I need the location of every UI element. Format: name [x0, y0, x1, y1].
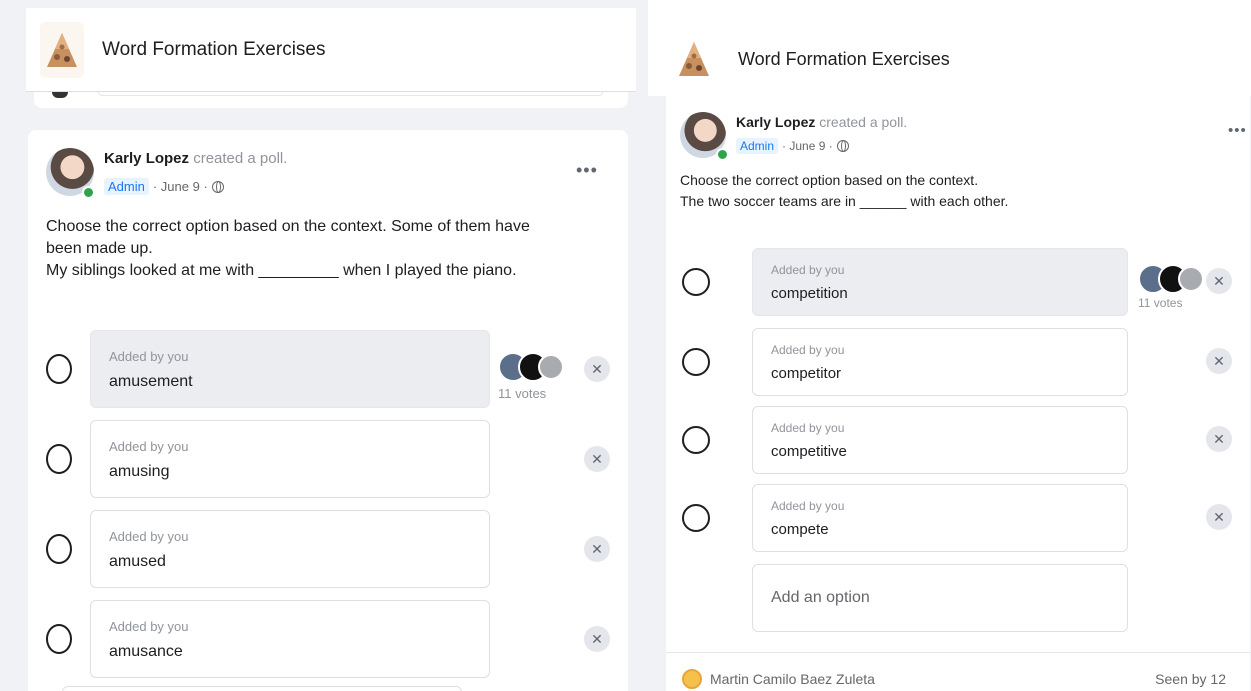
option-added-by: Added by you — [771, 499, 845, 513]
remove-option-icon[interactable]: ✕ — [1206, 426, 1232, 452]
option-radio[interactable] — [682, 348, 710, 376]
post-text: Choose the correct option based on the c… — [46, 218, 530, 279]
voter-avatars[interactable]: 11 votes — [498, 352, 564, 401]
option-box[interactable]: Added by you amusance — [90, 600, 490, 678]
voter-avatars[interactable]: 11 votes — [1138, 264, 1204, 310]
voter-avatar — [538, 354, 564, 380]
seen-by-row: Martin Camilo Baez Zuleta Seen by 12 — [666, 652, 1250, 691]
remove-option-icon[interactable]: ✕ — [584, 536, 610, 562]
option-label: amusement — [109, 373, 193, 390]
group-logo[interactable] — [672, 31, 716, 87]
post-text: Choose the correct option based on the c… — [680, 172, 1009, 209]
admin-badge: Admin — [104, 178, 149, 195]
post-meta: Admin · June 9 · — [736, 138, 849, 154]
option-radio[interactable] — [46, 624, 72, 654]
remove-option-icon[interactable]: ✕ — [1206, 348, 1232, 374]
seen-by-count[interactable]: Seen by 12 — [1155, 671, 1226, 687]
poll-post: Karly Lopez created a poll. Admin · June… — [666, 96, 1250, 691]
option-box[interactable] — [62, 686, 462, 691]
option-box[interactable]: Added by you competition — [752, 248, 1128, 316]
option-box[interactable]: Added by you amusing — [90, 420, 490, 498]
option-label: competitive — [771, 443, 847, 460]
vote-count[interactable]: 11 votes — [1138, 296, 1182, 310]
group-title[interactable]: Word Formation Exercises — [102, 39, 326, 61]
group-logo[interactable] — [40, 21, 84, 78]
online-status-icon — [82, 186, 95, 199]
add-option-input[interactable]: Add an option — [752, 564, 1128, 632]
post-author-line: Karly Lopez created a poll. — [104, 150, 287, 167]
option-box[interactable]: Added by you compete — [752, 484, 1128, 552]
option-added-by: Added by you — [771, 263, 845, 277]
group-header: Word Formation Exercises — [648, 0, 1251, 96]
option-box[interactable]: Added by you competitive — [752, 406, 1128, 474]
option-added-by: Added by you — [771, 421, 845, 435]
author-name[interactable]: Karly Lopez — [736, 114, 815, 130]
post-date[interactable]: · June 9 · — [782, 139, 833, 153]
left-screenshot: Word Formation Exercises Karly Lopez cre… — [0, 0, 648, 691]
globe-icon — [211, 180, 224, 193]
online-status-icon — [716, 148, 729, 161]
option-label: compete — [771, 521, 829, 538]
poll-post: Karly Lopez created a poll. Admin · June… — [28, 130, 628, 691]
option-radio[interactable] — [682, 504, 710, 532]
more-options-icon[interactable]: ••• — [576, 160, 598, 181]
option-label: amused — [109, 553, 166, 570]
more-options-icon[interactable]: ••• — [1228, 122, 1247, 139]
pyramid-logo-icon — [47, 32, 77, 67]
post-date[interactable]: · June 9 · — [153, 179, 208, 194]
remove-option-icon[interactable]: ✕ — [584, 626, 610, 652]
group-header: Word Formation Exercises — [26, 8, 636, 92]
previous-post-card — [34, 92, 628, 108]
option-radio[interactable] — [46, 444, 72, 474]
option-label: amusing — [109, 463, 170, 480]
post-meta: Admin · June 9 · — [104, 178, 224, 195]
option-box[interactable]: Added by you competitor — [752, 328, 1128, 396]
post-action: created a poll. — [819, 114, 908, 130]
option-added-by: Added by you — [109, 439, 189, 454]
right-screenshot: Word Formation Exercises Karly Lopez cre… — [648, 0, 1251, 691]
option-radio[interactable] — [46, 354, 72, 384]
globe-icon — [836, 140, 849, 152]
remove-option-icon[interactable]: ✕ — [1206, 268, 1232, 294]
option-added-by: Added by you — [771, 343, 845, 357]
reaction-icon — [682, 669, 702, 689]
option-box[interactable]: Added by you amusement — [90, 330, 490, 408]
remove-option-icon[interactable]: ✕ — [584, 446, 610, 472]
remove-option-icon[interactable]: ✕ — [584, 356, 610, 382]
pyramid-logo-icon — [679, 42, 709, 76]
option-added-by: Added by you — [109, 619, 189, 634]
option-added-by: Added by you — [109, 529, 189, 544]
comment-input[interactable] — [98, 92, 603, 96]
author-name[interactable]: Karly Lopez — [104, 150, 189, 167]
option-label: competitor — [771, 365, 842, 382]
option-radio[interactable] — [682, 268, 710, 296]
post-action: created a poll. — [193, 150, 288, 167]
option-radio[interactable] — [46, 534, 72, 564]
seen-by-name[interactable]: Martin Camilo Baez Zuleta — [710, 671, 875, 687]
option-box[interactable]: Added by you amused — [90, 510, 490, 588]
admin-badge: Admin — [736, 138, 779, 154]
remove-option-icon[interactable]: ✕ — [1206, 504, 1232, 530]
option-label: amusance — [109, 643, 183, 660]
option-radio[interactable] — [682, 426, 710, 454]
voter-avatar — [1178, 266, 1204, 292]
option-added-by: Added by you — [109, 349, 189, 364]
group-title[interactable]: Word Formation Exercises — [738, 49, 950, 70]
option-label: competition — [771, 285, 848, 302]
avatar — [52, 92, 68, 98]
vote-count[interactable]: 11 votes — [498, 386, 546, 401]
post-author-line: Karly Lopez created a poll. — [736, 114, 907, 130]
